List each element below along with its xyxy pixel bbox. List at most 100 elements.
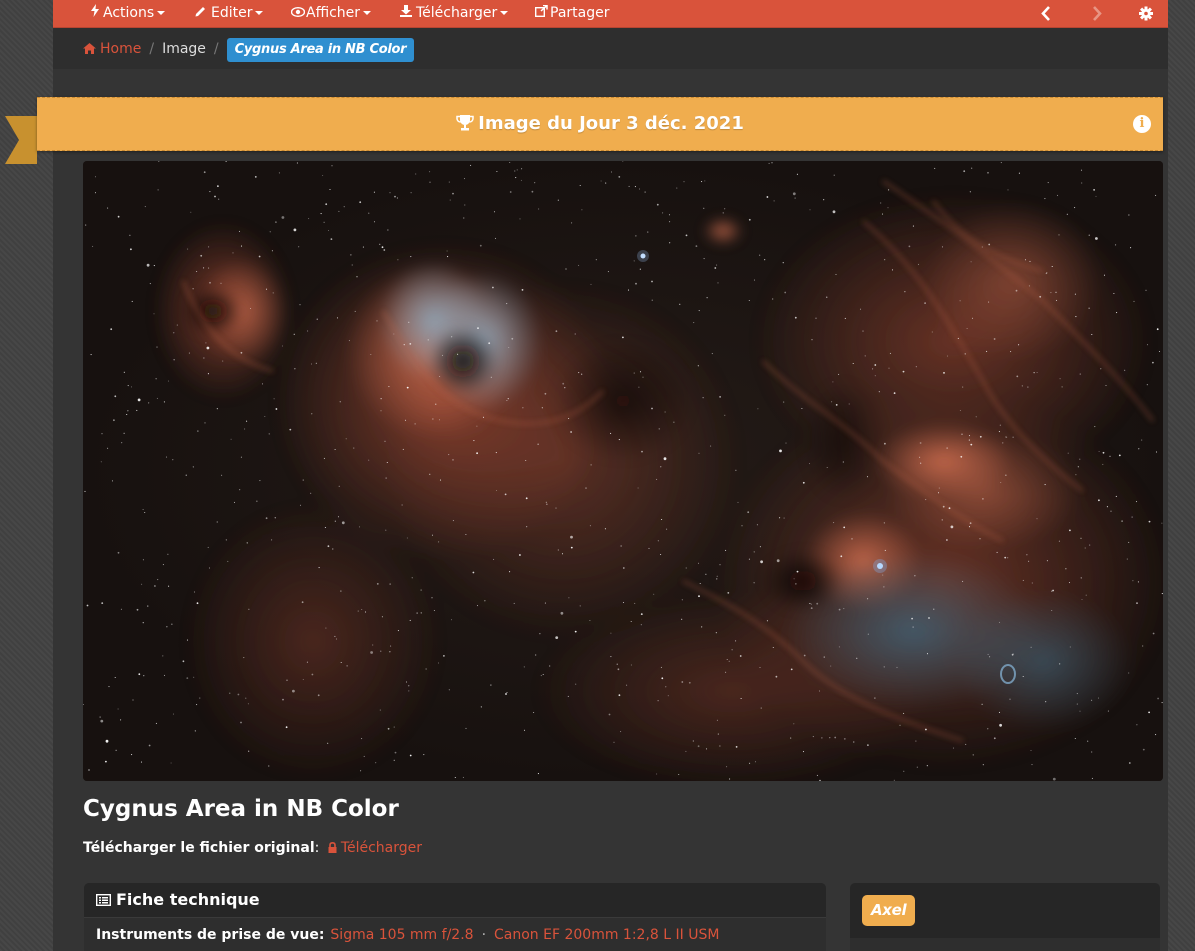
star <box>146 263 150 267</box>
star <box>465 727 467 729</box>
breadcrumb-home[interactable]: Home <box>83 41 141 57</box>
star <box>911 617 913 620</box>
star <box>397 630 399 632</box>
star <box>993 737 996 740</box>
star <box>1110 510 1112 512</box>
star <box>281 216 285 219</box>
star <box>127 385 129 387</box>
user-name-badge[interactable]: Axel <box>862 895 916 926</box>
star <box>925 728 927 731</box>
star <box>1081 182 1083 184</box>
star <box>138 673 141 676</box>
breadcrumb-image[interactable]: Image <box>162 41 206 57</box>
star <box>701 181 703 183</box>
star <box>156 397 158 399</box>
star <box>600 180 602 182</box>
star <box>669 221 671 223</box>
star <box>1077 466 1079 468</box>
star <box>903 770 905 772</box>
star <box>815 317 817 319</box>
star <box>245 697 247 699</box>
star <box>971 317 974 319</box>
previous-image-button[interactable] <box>1041 0 1051 27</box>
next-image-button[interactable] <box>1092 0 1102 27</box>
star <box>938 487 940 489</box>
star <box>519 218 521 220</box>
instrument-link[interactable]: Canon EF 200mm 1:2,8 L II USM <box>494 927 719 943</box>
star <box>416 612 418 614</box>
star <box>698 452 700 454</box>
star <box>726 766 728 768</box>
star <box>298 246 300 248</box>
star <box>120 608 122 610</box>
view-menu[interactable]: Afficher <box>290 0 372 27</box>
actions-menu[interactable]: Actions <box>91 0 166 27</box>
star <box>544 602 546 604</box>
star <box>1152 632 1155 635</box>
star <box>380 398 382 400</box>
star <box>970 443 973 446</box>
star <box>740 697 742 700</box>
star <box>108 686 110 688</box>
star <box>1028 285 1030 287</box>
star <box>867 744 869 746</box>
star <box>316 318 318 320</box>
star <box>384 440 386 442</box>
star <box>207 546 209 548</box>
star <box>332 548 334 550</box>
star <box>1148 520 1151 523</box>
star <box>329 188 331 191</box>
settings-button[interactable] <box>1139 0 1153 27</box>
star <box>966 327 968 330</box>
star <box>706 297 708 299</box>
star <box>388 386 390 388</box>
star <box>1089 544 1091 546</box>
star <box>779 449 782 453</box>
main-image[interactable] <box>83 161 1163 781</box>
star <box>168 585 170 587</box>
star <box>1000 162 1002 164</box>
star <box>725 671 727 673</box>
star <box>208 246 210 248</box>
star <box>1107 710 1109 712</box>
star <box>808 463 811 465</box>
star <box>950 525 954 529</box>
star <box>375 762 377 764</box>
star <box>987 728 989 730</box>
star <box>719 745 721 747</box>
star <box>555 330 558 333</box>
star <box>462 776 464 778</box>
star <box>519 554 521 556</box>
star <box>610 171 613 173</box>
star <box>1155 451 1158 453</box>
star <box>1024 259 1027 261</box>
star <box>393 726 395 728</box>
star <box>275 408 278 410</box>
star <box>387 727 390 730</box>
share-menu[interactable]: Partager <box>534 0 609 27</box>
star <box>394 751 397 754</box>
star <box>578 264 580 266</box>
star <box>639 268 641 270</box>
star <box>912 225 914 227</box>
download-menu[interactable]: Télécharger <box>400 0 509 27</box>
edit-menu[interactable]: Editer <box>195 0 264 27</box>
star <box>144 511 146 514</box>
star <box>167 553 169 555</box>
star <box>937 492 940 494</box>
star <box>756 524 758 526</box>
star <box>1118 454 1121 457</box>
star <box>1128 672 1130 674</box>
star <box>404 419 407 421</box>
star <box>574 630 577 633</box>
info-icon[interactable]: i <box>1133 115 1151 133</box>
star <box>360 770 362 772</box>
star <box>648 547 650 549</box>
instrument-link[interactable]: Sigma 105 mm f/2.8 <box>330 927 473 943</box>
download-original-link[interactable]: Télécharger <box>328 840 422 856</box>
star <box>656 203 659 206</box>
star <box>961 433 963 435</box>
star <box>535 654 537 656</box>
star <box>389 583 391 585</box>
star <box>409 343 412 345</box>
